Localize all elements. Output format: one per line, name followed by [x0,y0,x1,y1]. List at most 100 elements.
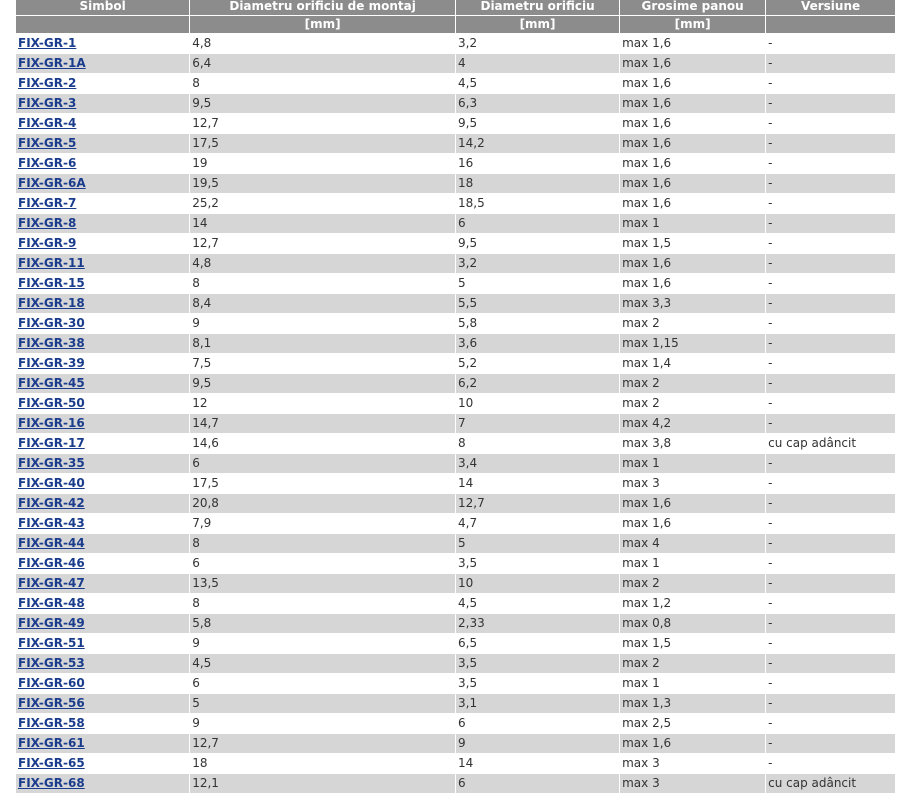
product-link[interactable]: FIX-GR-15 [18,276,85,290]
product-link[interactable]: FIX-GR-60 [18,676,85,690]
product-link[interactable]: FIX-GR-43 [18,516,85,530]
table-row: FIX-GR-44 8 5 max 4- [16,534,895,553]
product-link[interactable]: FIX-GR-35 [18,456,85,470]
product-link[interactable]: FIX-GR-16 [18,416,85,430]
cell-simbol: FIX-GR-61 [16,734,190,753]
product-link[interactable]: FIX-GR-1 [18,36,76,50]
product-link[interactable]: FIX-GR-38 [18,336,85,350]
product-link[interactable]: FIX-GR-45 [18,376,85,390]
product-link[interactable]: FIX-GR-49 [18,616,85,630]
product-link[interactable]: FIX-GR-68 [18,776,85,790]
product-link[interactable]: FIX-GR-4 [18,116,76,130]
cell-hole-diameter: 7 [456,414,620,433]
product-link[interactable]: FIX-GR-1A [18,56,86,70]
cell-version: - [766,34,895,53]
product-link[interactable]: FIX-GR-42 [18,496,85,510]
product-link[interactable]: FIX-GR-50 [18,396,85,410]
product-link[interactable]: FIX-GR-58 [18,716,85,730]
cell-simbol: FIX-GR-17 [16,434,190,453]
header-row: Simbol Diametru orificiu de montaj Diame… [16,0,895,15]
cell-version: - [766,134,895,153]
table-row: FIX-GR-30 9 5,8 max 2- [16,314,895,333]
cell-panel-thickness: max 1,6 [620,134,766,153]
cell-version: - [766,394,895,413]
cell-panel-thickness: max 1,6 [620,194,766,213]
cell-simbol: FIX-GR-3 [16,94,190,113]
cell-version: cu cap adâncit [766,434,895,453]
product-link[interactable]: FIX-GR-5 [18,136,76,150]
cell-simbol: FIX-GR-4 [16,114,190,133]
product-link[interactable]: FIX-GR-65 [18,756,85,770]
product-link[interactable]: FIX-GR-17 [18,436,85,450]
product-link[interactable]: FIX-GR-11 [18,256,85,270]
cell-mounting-hole-diameter: 12,7 [190,734,455,753]
cell-mounting-hole-diameter: 6 [190,674,455,693]
cell-hole-diameter: 4,7 [456,514,620,533]
cell-simbol: FIX-GR-44 [16,534,190,553]
table-row: FIX-GR-47 13,5 10 max 2- [16,574,895,593]
cell-mounting-hole-diameter: 9 [190,634,455,653]
table-row: FIX-GR-11 4,8 3,2 max 1,6- [16,254,895,273]
product-link[interactable]: FIX-GR-61 [18,736,85,750]
cell-panel-thickness: max 4,2 [620,414,766,433]
table-row: FIX-GR-8 14 6 max 1- [16,214,895,233]
product-link[interactable]: FIX-GR-2 [18,76,76,90]
cell-panel-thickness: max 3 [620,754,766,773]
cell-panel-thickness: max 3,3 [620,294,766,313]
table-row: FIX-GR-50 12 10 max 2- [16,394,895,413]
cell-hole-diameter: 12,7 [456,494,620,513]
table-row: FIX-GR-56 5 3,1 max 1,3- [16,694,895,713]
cell-panel-thickness: max 1,5 [620,234,766,253]
cell-hole-diameter: 18,5 [456,194,620,213]
units-row: [mm] [mm] [mm] [16,16,895,33]
product-link[interactable]: FIX-GR-9 [18,236,76,250]
cell-hole-diameter: 3,6 [456,334,620,353]
product-link[interactable]: FIX-GR-48 [18,596,85,610]
table-row: FIX-GR-53 4,5 3,5 max 2- [16,654,895,673]
cell-version: - [766,634,895,653]
product-link[interactable]: FIX-GR-51 [18,636,85,650]
product-link[interactable]: FIX-GR-8 [18,216,76,230]
cell-panel-thickness: max 1 [620,554,766,573]
cell-hole-diameter: 3,4 [456,454,620,473]
product-link[interactable]: FIX-GR-56 [18,696,85,710]
cell-simbol: FIX-GR-6 [16,154,190,173]
cell-panel-thickness: max 2,5 [620,714,766,733]
product-link[interactable]: FIX-GR-39 [18,356,85,370]
cell-hole-diameter: 4 [456,54,620,73]
cell-panel-thickness: max 2 [620,574,766,593]
table-row: FIX-GR-18 8,4 5,5 max 3,3- [16,294,895,313]
product-link[interactable]: FIX-GR-6 [18,156,76,170]
product-link[interactable]: FIX-GR-6A [18,176,86,190]
cell-mounting-hole-diameter: 4,5 [190,654,455,673]
table-row: FIX-GR-16 14,7 7 max 4,2- [16,414,895,433]
cell-mounting-hole-diameter: 25,2 [190,194,455,213]
product-link[interactable]: FIX-GR-7 [18,196,76,210]
product-link[interactable]: FIX-GR-47 [18,576,85,590]
table-row: FIX-GR-17 14,6 8 max 3,8 cu cap adâncit [16,434,895,453]
product-link[interactable]: FIX-GR-3 [18,96,76,110]
product-link[interactable]: FIX-GR-30 [18,316,85,330]
cell-panel-thickness: max 3 [620,774,766,793]
header-panel-thickness: Grosime panou [620,0,766,15]
cell-simbol: FIX-GR-6A [16,174,190,193]
cell-panel-thickness: max 1,15 [620,334,766,353]
table-row: FIX-GR-1A 6,4 4 max 1,6- [16,54,895,73]
cell-simbol: FIX-GR-11 [16,254,190,273]
cell-hole-diameter: 6,3 [456,94,620,113]
table-row: FIX-GR-6 19 16 max 1,6- [16,154,895,173]
product-link[interactable]: FIX-GR-18 [18,296,85,310]
product-link[interactable]: FIX-GR-53 [18,656,85,670]
cell-hole-diameter: 16 [456,154,620,173]
cell-hole-diameter: 18 [456,174,620,193]
cell-simbol: FIX-GR-8 [16,214,190,233]
cell-version: cu cap adâncit [766,774,895,793]
cell-simbol: FIX-GR-65 [16,754,190,773]
product-link[interactable]: FIX-GR-44 [18,536,85,550]
cell-version: - [766,294,895,313]
table-row: FIX-GR-48 8 4,5 max 1,2- [16,594,895,613]
product-link[interactable]: FIX-GR-46 [18,556,85,570]
unit-panel-thickness: [mm] [620,16,766,33]
cell-simbol: FIX-GR-40 [16,474,190,493]
product-link[interactable]: FIX-GR-40 [18,476,85,490]
